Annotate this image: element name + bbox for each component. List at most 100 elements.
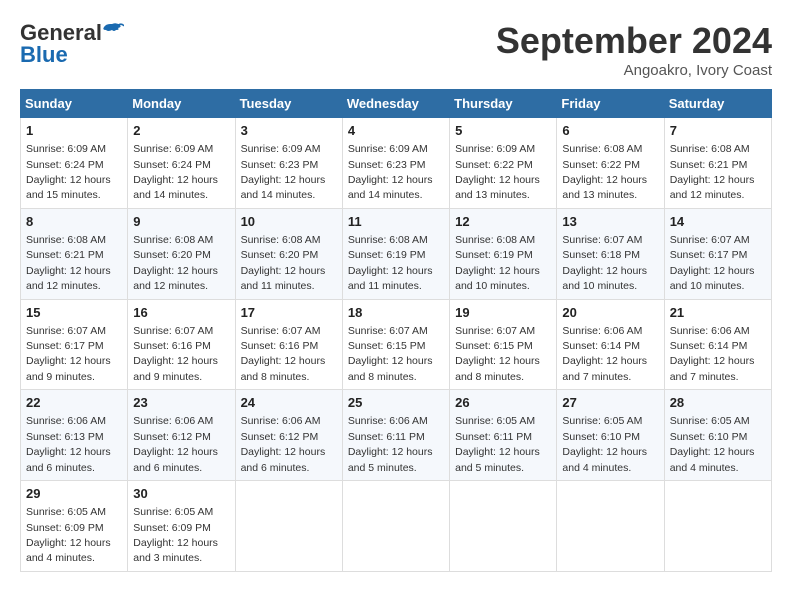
day-info: Sunrise: 6:09 AMSunset: 6:24 PMDaylight:… [133, 143, 218, 201]
calendar-cell: 11 Sunrise: 6:08 AMSunset: 6:19 PMDayligh… [342, 208, 449, 299]
calendar-week-row: 29 Sunrise: 6:05 AMSunset: 6:09 PMDayligh… [21, 481, 772, 572]
logo-bird-icon [102, 22, 124, 38]
day-number: 16 [133, 304, 229, 322]
day-info: Sunrise: 6:05 AMSunset: 6:09 PMDaylight:… [26, 506, 111, 564]
day-info: Sunrise: 6:05 AMSunset: 6:10 PMDaylight:… [670, 415, 755, 473]
day-info: Sunrise: 6:07 AMSunset: 6:16 PMDaylight:… [241, 325, 326, 383]
day-number: 7 [670, 122, 766, 140]
weekday-header-friday: Friday [557, 90, 664, 118]
day-number: 13 [562, 213, 658, 231]
day-info: Sunrise: 6:06 AMSunset: 6:12 PMDaylight:… [241, 415, 326, 473]
day-number: 23 [133, 394, 229, 412]
day-info: Sunrise: 6:08 AMSunset: 6:19 PMDaylight:… [348, 234, 433, 292]
calendar-cell: 27Sunrise: 6:05 AMSunset: 6:10 PMDayligh… [557, 390, 664, 481]
day-info: Sunrise: 6:05 AMSunset: 6:09 PMDaylight:… [133, 506, 218, 564]
calendar-cell [664, 481, 771, 572]
day-number: 19 [455, 304, 551, 322]
calendar-cell: 6Sunrise: 6:08 AMSunset: 6:22 PMDaylight… [557, 118, 664, 209]
weekday-header-thursday: Thursday [450, 90, 557, 118]
day-number: 22 [26, 394, 122, 412]
location-text: Angoakro, Ivory Coast [496, 62, 772, 79]
day-info: Sunrise: 6:08 AMSunset: 6:20 PMDaylight:… [241, 234, 326, 292]
logo: General Blue [20, 20, 124, 68]
day-number: 20 [562, 304, 658, 322]
calendar-week-row: 1 Sunrise: 6:09 AMSunset: 6:24 PMDaylight… [21, 118, 772, 209]
calendar-cell: 4Sunrise: 6:09 AMSunset: 6:23 PMDaylight… [342, 118, 449, 209]
calendar-cell: 13 Sunrise: 6:07 AMSunset: 6:18 PMDayligh… [557, 208, 664, 299]
calendar-cell [235, 481, 342, 572]
calendar-cell: 16 Sunrise: 6:07 AMSunset: 6:16 PMDayligh… [128, 299, 235, 390]
calendar-cell [557, 481, 664, 572]
day-number: 10 [241, 213, 337, 231]
day-number: 25 [348, 394, 444, 412]
calendar-cell: 18 Sunrise: 6:07 AMSunset: 6:15 PMDayligh… [342, 299, 449, 390]
day-number: 14 [670, 213, 766, 231]
day-number: 21 [670, 304, 766, 322]
calendar-cell: 30 Sunrise: 6:05 AMSunset: 6:09 PMDayligh… [128, 481, 235, 572]
calendar-cell [342, 481, 449, 572]
day-number: 1 [26, 122, 122, 140]
calendar-cell: 24 Sunrise: 6:06 AMSunset: 6:12 PMDayligh… [235, 390, 342, 481]
day-number: 2 [133, 122, 229, 140]
day-number: 30 [133, 485, 229, 503]
day-info: Sunrise: 6:06 AMSunset: 6:13 PMDaylight:… [26, 415, 111, 473]
day-number: 17 [241, 304, 337, 322]
day-info: Sunrise: 6:06 AMSunset: 6:14 PMDaylight:… [670, 325, 755, 383]
day-number: 24 [241, 394, 337, 412]
calendar-header-row: SundayMondayTuesdayWednesdayThursdayFrid… [21, 90, 772, 118]
day-number: 18 [348, 304, 444, 322]
day-info: Sunrise: 6:08 AMSunset: 6:19 PMDaylight:… [455, 234, 540, 292]
calendar-cell: 9 Sunrise: 6:08 AMSunset: 6:20 PMDaylight… [128, 208, 235, 299]
day-number: 8 [26, 213, 122, 231]
calendar-cell: 26 Sunrise: 6:05 AMSunset: 6:11 PMDayligh… [450, 390, 557, 481]
day-info: Sunrise: 6:07 AMSunset: 6:16 PMDaylight:… [133, 325, 218, 383]
day-info: Sunrise: 6:07 AMSunset: 6:18 PMDaylight:… [562, 234, 647, 292]
day-info: Sunrise: 6:09 AMSunset: 6:22 PMDaylight:… [455, 143, 540, 201]
calendar-cell: 25 Sunrise: 6:06 AMSunset: 6:11 PMDayligh… [342, 390, 449, 481]
calendar-table: SundayMondayTuesdayWednesdayThursdayFrid… [20, 89, 772, 572]
day-info: Sunrise: 6:06 AMSunset: 6:12 PMDaylight:… [133, 415, 218, 473]
calendar-cell: 29 Sunrise: 6:05 AMSunset: 6:09 PMDayligh… [21, 481, 128, 572]
calendar-cell: 12 Sunrise: 6:08 AMSunset: 6:19 PMDayligh… [450, 208, 557, 299]
day-info: Sunrise: 6:08 AMSunset: 6:20 PMDaylight:… [133, 234, 218, 292]
weekday-header-wednesday: Wednesday [342, 90, 449, 118]
calendar-cell: 10 Sunrise: 6:08 AMSunset: 6:20 PMDayligh… [235, 208, 342, 299]
calendar-week-row: 15 Sunrise: 6:07 AMSunset: 6:17 PMDayligh… [21, 299, 772, 390]
calendar-cell [450, 481, 557, 572]
day-info: Sunrise: 6:09 AMSunset: 6:23 PMDaylight:… [348, 143, 433, 201]
day-info: Sunrise: 6:08 AMSunset: 6:21 PMDaylight:… [670, 143, 755, 201]
calendar-week-row: 22 Sunrise: 6:06 AMSunset: 6:13 PMDayligh… [21, 390, 772, 481]
calendar-cell: 7 Sunrise: 6:08 AMSunset: 6:21 PMDaylight… [664, 118, 771, 209]
calendar-cell: 19 Sunrise: 6:07 AMSunset: 6:15 PMDayligh… [450, 299, 557, 390]
calendar-cell: 20 Sunrise: 6:06 AMSunset: 6:14 PMDayligh… [557, 299, 664, 390]
calendar-cell: 14 Sunrise: 6:07 AMSunset: 6:17 PMDayligh… [664, 208, 771, 299]
day-info: Sunrise: 6:05 AMSunset: 6:11 PMDaylight:… [455, 415, 540, 473]
day-info: Sunrise: 6:09 AMSunset: 6:23 PMDaylight:… [241, 143, 326, 201]
day-number: 5 [455, 122, 551, 140]
day-info: Sunrise: 6:07 AMSunset: 6:15 PMDaylight:… [348, 325, 433, 383]
day-info: Sunrise: 6:07 AMSunset: 6:15 PMDaylight:… [455, 325, 540, 383]
weekday-header-sunday: Sunday [21, 90, 128, 118]
day-info: Sunrise: 6:07 AMSunset: 6:17 PMDaylight:… [670, 234, 755, 292]
calendar-cell: 3Sunrise: 6:09 AMSunset: 6:23 PMDaylight… [235, 118, 342, 209]
calendar-cell: 22 Sunrise: 6:06 AMSunset: 6:13 PMDayligh… [21, 390, 128, 481]
day-info: Sunrise: 6:06 AMSunset: 6:11 PMDaylight:… [348, 415, 433, 473]
calendar-cell: 15 Sunrise: 6:07 AMSunset: 6:17 PMDayligh… [21, 299, 128, 390]
weekday-header-tuesday: Tuesday [235, 90, 342, 118]
day-info: Sunrise: 6:05 AMSunset: 6:10 PMDaylight:… [562, 415, 647, 473]
day-info: Sunrise: 6:07 AMSunset: 6:17 PMDaylight:… [26, 325, 111, 383]
day-number: 29 [26, 485, 122, 503]
day-number: 11 [348, 213, 444, 231]
day-number: 9 [133, 213, 229, 231]
weekday-header-saturday: Saturday [664, 90, 771, 118]
day-number: 15 [26, 304, 122, 322]
day-number: 12 [455, 213, 551, 231]
calendar-cell: 5 Sunrise: 6:09 AMSunset: 6:22 PMDaylight… [450, 118, 557, 209]
day-number: 26 [455, 394, 551, 412]
month-title: September 2024 [496, 20, 772, 62]
day-number: 28 [670, 394, 766, 412]
weekday-header-monday: Monday [128, 90, 235, 118]
calendar-cell: 2 Sunrise: 6:09 AMSunset: 6:24 PMDaylight… [128, 118, 235, 209]
day-info: Sunrise: 6:06 AMSunset: 6:14 PMDaylight:… [562, 325, 647, 383]
title-block: September 2024 Angoakro, Ivory Coast [496, 20, 772, 79]
